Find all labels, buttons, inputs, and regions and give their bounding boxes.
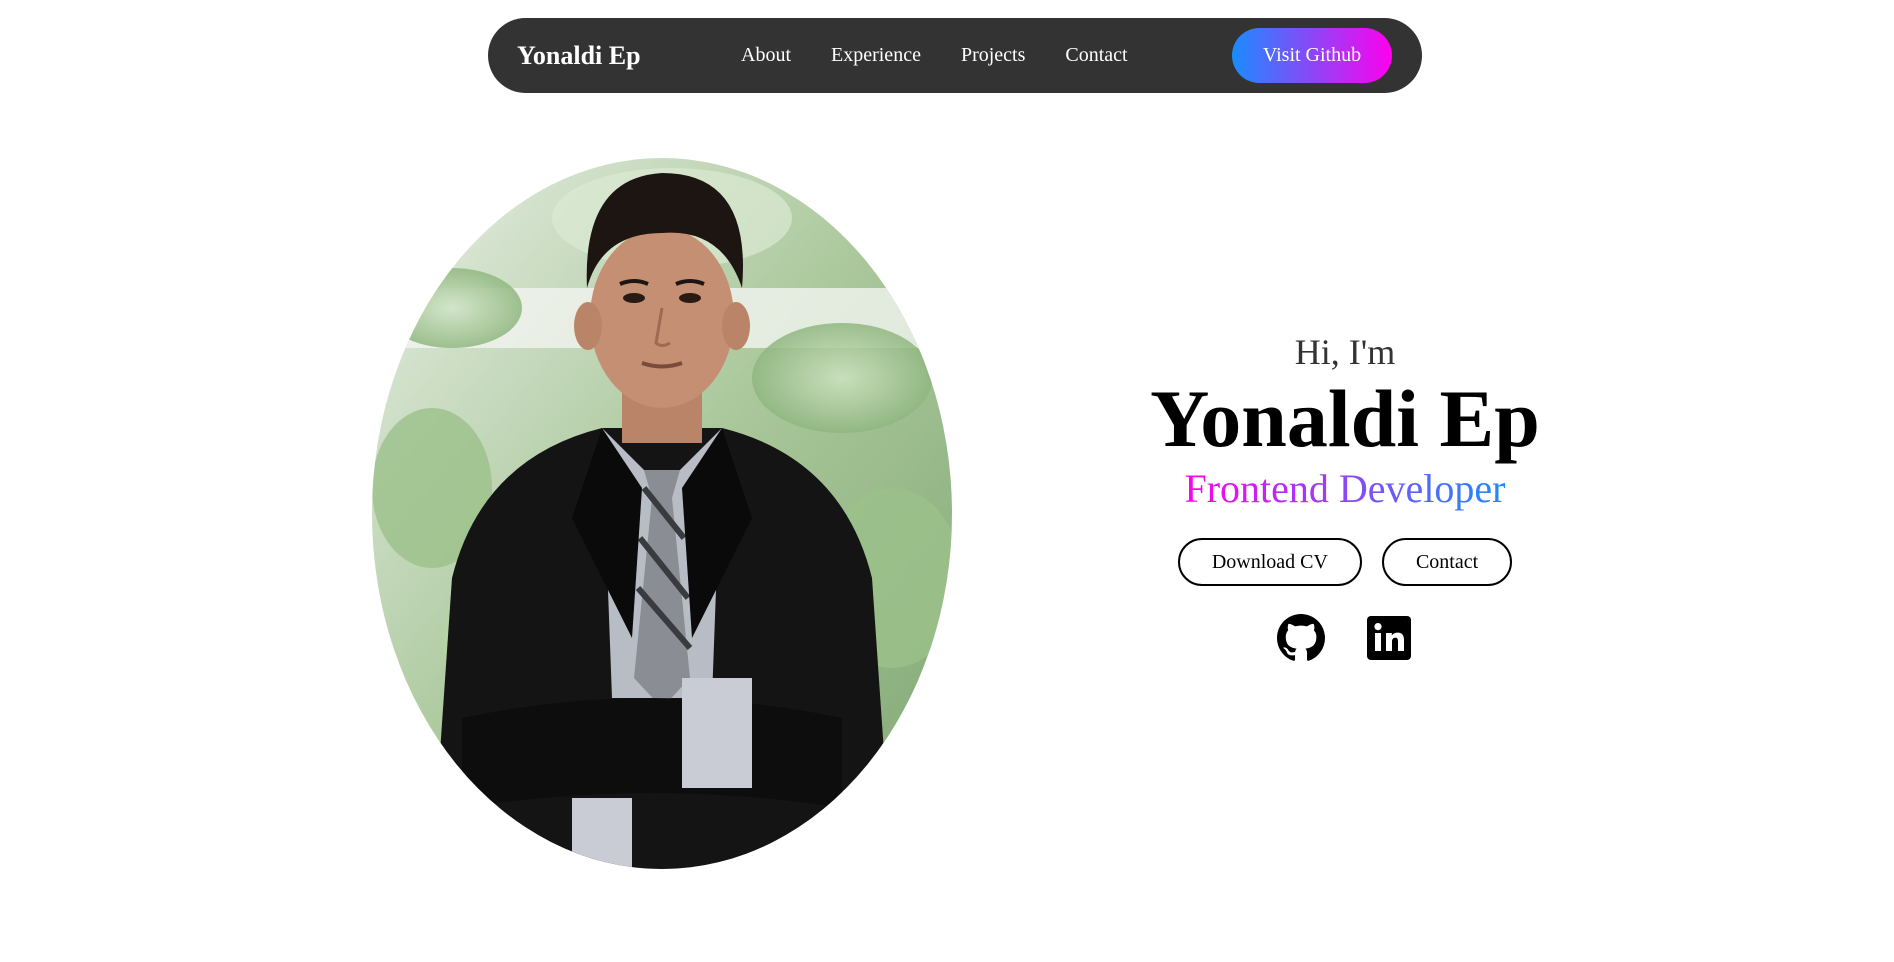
nav-link-projects[interactable]: Projects: [961, 44, 1025, 67]
github-icon[interactable]: [1277, 614, 1325, 662]
hero-buttons: Download CV Contact: [1100, 538, 1590, 586]
nav-link-experience[interactable]: Experience: [831, 44, 921, 67]
portfolio-page: Yonaldi Ep About Experience Projects Con…: [0, 0, 1894, 962]
profile-photo: [372, 158, 952, 869]
nav-link-about[interactable]: About: [741, 44, 791, 67]
brand-logo[interactable]: Yonaldi Ep: [517, 18, 641, 93]
navbar: Yonaldi Ep About Experience Projects Con…: [488, 18, 1422, 93]
role-title: Frontend Developer: [1184, 464, 1505, 514]
nav-link-contact[interactable]: Contact: [1065, 44, 1127, 67]
visit-github-button[interactable]: Visit Github: [1232, 28, 1392, 83]
hero-section: Hi, I'm Yonaldi Ep Frontend Developer Do…: [1100, 330, 1590, 662]
role-wrapper: Frontend Developer: [1100, 464, 1590, 514]
linkedin-icon[interactable]: [1365, 614, 1413, 662]
social-links: [1100, 614, 1590, 662]
hero-name: Yonaldi Ep: [1150, 373, 1540, 464]
contact-button[interactable]: Contact: [1381, 538, 1513, 586]
nav-links: About Experience Projects Contact: [741, 18, 1128, 93]
download-cv-button[interactable]: Download CV: [1177, 538, 1362, 586]
greeting-text: Hi, I'm: [1294, 332, 1396, 372]
